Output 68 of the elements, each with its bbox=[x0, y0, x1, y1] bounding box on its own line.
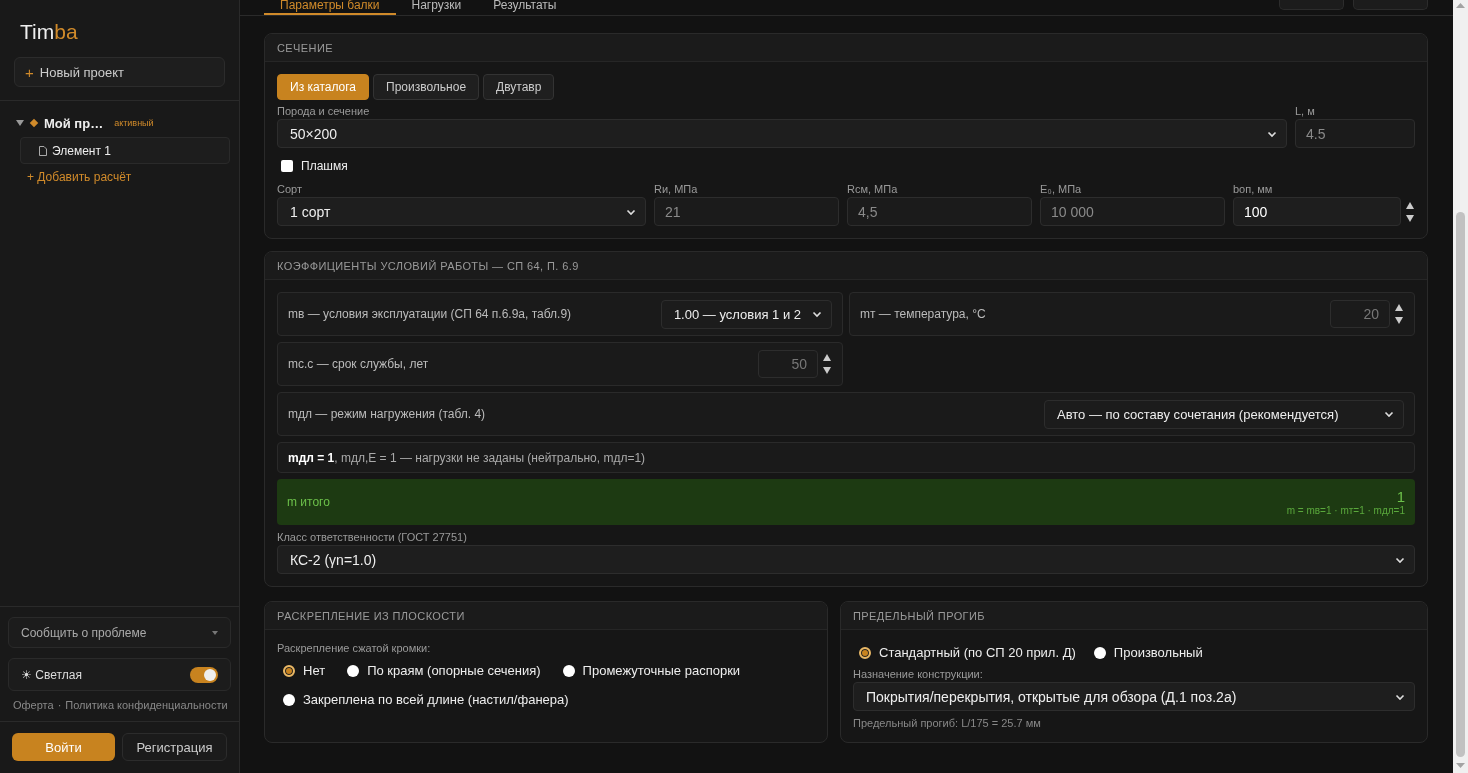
radio-button[interactable] bbox=[1093, 646, 1106, 659]
total-value: 1 bbox=[1396, 488, 1405, 505]
field-label: Rи, МПа bbox=[654, 183, 699, 195]
new-project-button[interactable]: + Новый проект bbox=[14, 57, 225, 87]
section-title: РАСКРЕПЛЕНИЕ ИЗ ПЛОСКОСТИ bbox=[277, 609, 465, 622]
input-field[interactable]: 100 bbox=[1233, 197, 1401, 226]
project-item[interactable]: Мой пр… активный bbox=[16, 114, 239, 132]
checkbox[interactable] bbox=[281, 160, 293, 172]
row-label: mв — условия эксплуатации (СП 64 п.6.9а, табл.9) bbox=[288, 307, 572, 321]
app-logo: Timba bbox=[19, 19, 79, 45]
checkbox-label: Плашмя bbox=[301, 159, 348, 173]
select-field[interactable]: Покрытия/перекрытия, открытые для обзора (Д.1 поз.2а) bbox=[853, 682, 1415, 711]
add-calculation-link[interactable]: + Добавить расчёт bbox=[27, 170, 132, 184]
radio-button[interactable] bbox=[283, 693, 295, 706]
note-text: Предельный прогиб: L/175 = 25.7 мм bbox=[853, 717, 1042, 729]
total-label: m итого bbox=[287, 495, 330, 509]
field-label: E₀, МПа bbox=[1040, 183, 1083, 195]
footer-link[interactable]: Политика конфиденциальности bbox=[65, 699, 228, 711]
document-icon bbox=[39, 145, 47, 156]
register-button[interactable]: Регистрация bbox=[122, 733, 227, 761]
section-title: СЕЧЕНИЕ bbox=[277, 41, 333, 54]
radio-button[interactable] bbox=[347, 664, 360, 677]
expanded-triangle-icon[interactable] bbox=[16, 119, 24, 127]
radio-button[interactable] bbox=[283, 664, 295, 677]
row-label: mс.с — срок службы, лет bbox=[288, 357, 429, 371]
radio-button[interactable] bbox=[562, 664, 575, 677]
caret-icon bbox=[212, 630, 218, 635]
row-label: mдл — режим нагружения (табл. 4) bbox=[288, 407, 486, 421]
link-separator: · bbox=[57, 699, 62, 711]
tab[interactable]: Результаты bbox=[477, 0, 573, 15]
field-label: Раскрепление сжатой кромки: bbox=[277, 642, 432, 654]
spinner-arrows-icon[interactable] bbox=[822, 352, 832, 376]
formula-text: m = mв=1 · mт=1 · mдл=1 bbox=[1286, 505, 1405, 516]
tab[interactable]: Нагрузки bbox=[395, 0, 478, 15]
field-label: Rсм, МПа bbox=[847, 183, 899, 195]
field-label: Порода и сечение bbox=[277, 105, 371, 117]
mode-tab[interactable]: Произвольное bbox=[373, 74, 480, 100]
theme-label: ☀ Светлая bbox=[21, 667, 82, 682]
radio-option[interactable]: По краям (опорные сечения) bbox=[347, 663, 541, 678]
row-label: mт — температура, °C bbox=[860, 307, 986, 321]
field-label: Назначение конструкции: bbox=[853, 668, 984, 680]
mode-tab[interactable]: Двутавр bbox=[483, 74, 555, 100]
select-field[interactable]: Авто — по составу сочетания (рекомендуется) bbox=[1044, 399, 1404, 429]
select-field[interactable]: 1.00 — условия 1 и 2 bbox=[660, 299, 832, 329]
radio-option[interactable]: Нет bbox=[283, 663, 326, 678]
status-label: активный bbox=[114, 118, 154, 128]
radio-button[interactable] bbox=[859, 646, 871, 659]
select-field[interactable]: 50×200 bbox=[277, 119, 1287, 148]
field-label: bоп, мм bbox=[1233, 183, 1274, 195]
section-title: ПРЕДЕЛЬНЫЙ ПРОГИБ bbox=[853, 609, 985, 622]
tab[interactable]: Параметры балки bbox=[264, 0, 396, 15]
select-field[interactable]: 1 сорт bbox=[277, 197, 646, 226]
spinner-arrows-icon[interactable] bbox=[1394, 302, 1404, 326]
info-text: mдл = 1, mдл,E = 1 — нагрузки не заданы (нейтрально, mдл=1) bbox=[277, 442, 1415, 473]
report-problem-button[interactable]: Сообщить о проблеме bbox=[8, 617, 231, 648]
radio-option[interactable]: Произвольный bbox=[1093, 645, 1203, 660]
field-label: Сорт bbox=[277, 183, 303, 195]
plus-icon: + bbox=[25, 63, 34, 81]
radio-option[interactable]: Закреплена по всей длине (настил/фанера) bbox=[283, 692, 569, 707]
radio-option[interactable]: Стандартный (по СП 20 прил. Д) bbox=[859, 645, 1076, 660]
toggle-switch[interactable] bbox=[190, 666, 218, 683]
select-field[interactable]: КС-2 (γn=1.0) bbox=[277, 545, 1415, 574]
section-title: КОЭФФИЦИЕНТЫ УСЛОВИЙ РАБОТЫ — СП 64, П. 6.9 bbox=[277, 259, 579, 272]
tree-item[interactable]: Элемент 1 bbox=[20, 137, 230, 164]
field-label: L, м bbox=[1295, 105, 1316, 117]
field-label: Класс ответственности (ГОСТ 27751) bbox=[277, 531, 468, 543]
footer-link[interactable]: Оферта bbox=[13, 699, 54, 711]
radio-option[interactable]: Промежуточные распорки bbox=[562, 663, 741, 678]
